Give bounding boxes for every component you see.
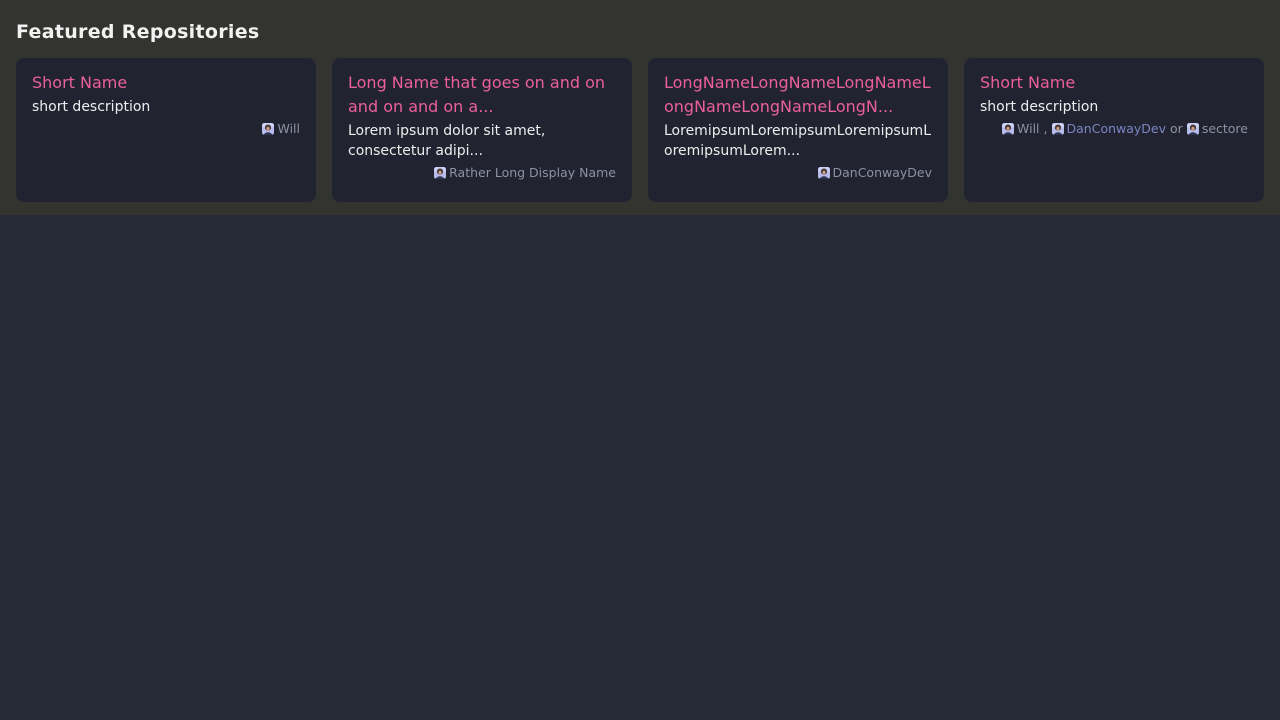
author-name: Will [1017, 121, 1040, 137]
repo-authors: Rather Long Display Name [348, 165, 616, 181]
repo-authors: Will , DanConwayDev or [980, 121, 1248, 137]
author-name-link[interactable]: DanConwayDev [1067, 121, 1167, 137]
person-avatar-icon [434, 167, 446, 179]
author-chip: Will [262, 121, 300, 137]
person-avatar-icon [818, 167, 830, 179]
author-separator: , [1044, 121, 1048, 137]
repo-card[interactable]: Long Name that goes on and on and on and… [332, 58, 632, 202]
author-chip: DanConwayDev [818, 165, 933, 181]
person-avatar-icon [1187, 123, 1199, 135]
author-separator: or [1170, 121, 1183, 137]
author-chip: Rather Long Display Name [434, 165, 616, 181]
author-chip: Will [1002, 121, 1040, 137]
author-chip: DanConwayDev [1052, 121, 1167, 137]
repo-authors: DanConwayDev [664, 165, 932, 181]
repo-card[interactable]: Short Name short description Will [964, 58, 1264, 202]
repo-description: short description [980, 97, 1248, 117]
author-name: Rather Long Display Name [449, 165, 616, 181]
author-name: DanConwayDev [833, 165, 933, 181]
page-title: Featured Repositories [16, 21, 1264, 43]
repo-title[interactable]: LongNameLongNameLongNameLongNameLongName… [664, 71, 932, 119]
repo-card-row: Short Name short description Will [16, 58, 1264, 202]
repo-title[interactable]: Short Name [32, 71, 300, 95]
person-avatar-icon [1002, 123, 1014, 135]
repo-authors: Will [32, 121, 300, 137]
repo-description: Lorem ipsum dolor sit amet, consectetur … [348, 121, 616, 161]
repo-description: LoremipsumLoremipsumLoremipsumLoremipsum… [664, 121, 932, 161]
repo-card[interactable]: Short Name short description Will [16, 58, 316, 202]
person-avatar-icon [262, 123, 274, 135]
repo-card[interactable]: LongNameLongNameLongNameLongNameLongName… [648, 58, 948, 202]
featured-repositories-section: Featured Repositories Short Name short d… [0, 0, 1280, 215]
person-avatar-icon [1052, 123, 1064, 135]
author-chip: sectore [1187, 121, 1248, 137]
repo-title[interactable]: Short Name [980, 71, 1248, 95]
repo-description: short description [32, 97, 300, 117]
author-name: Will [277, 121, 300, 137]
repo-title[interactable]: Long Name that goes on and on and on and… [348, 71, 616, 119]
author-name: sectore [1202, 121, 1248, 137]
